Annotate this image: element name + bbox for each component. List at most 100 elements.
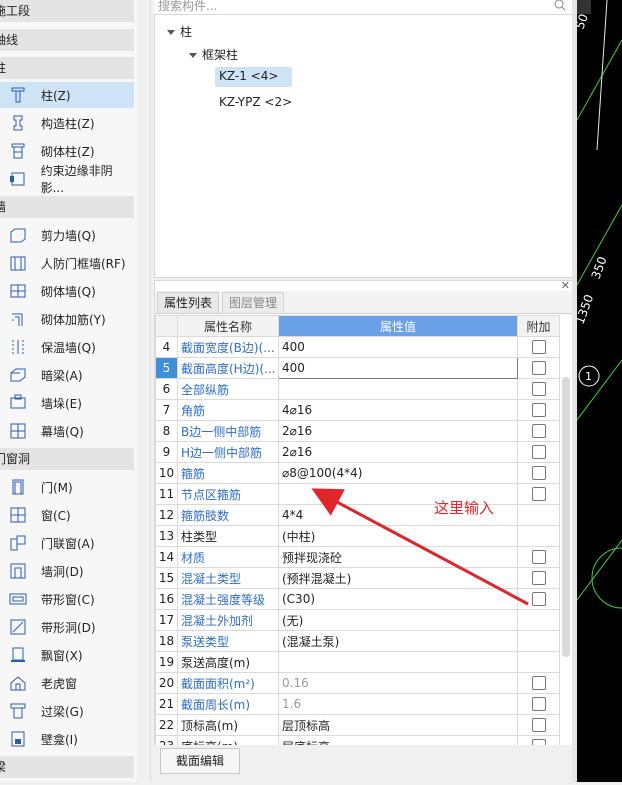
property-value[interactable]: 400 bbox=[278, 336, 518, 358]
property-value[interactable] bbox=[278, 378, 518, 400]
property-value[interactable]: 400 bbox=[278, 357, 518, 379]
item-masonry-rebar[interactable]: 砌体加筋(Y) bbox=[0, 306, 134, 332]
item-hidden-beam[interactable]: 暗梁(A) bbox=[0, 362, 134, 388]
append-checkbox[interactable] bbox=[531, 382, 546, 397]
property-value[interactable]: 1.6 bbox=[278, 693, 518, 715]
item-masonry-column[interactable]: 砌体柱(Z) bbox=[0, 138, 134, 164]
property-value[interactable]: 0.16 bbox=[278, 672, 518, 694]
expand-icon[interactable] bbox=[189, 53, 197, 58]
left-scrollbar[interactable] bbox=[137, 0, 151, 782]
tree-leaf-kz1[interactable]: KZ-1 <4> bbox=[219, 69, 278, 83]
tree-leaf-kz-ypz[interactable]: KZ-YPZ <2> bbox=[219, 95, 292, 109]
masonry-rebar-icon bbox=[8, 309, 28, 329]
property-scrollbar[interactable] bbox=[562, 377, 570, 657]
property-name: 截面周长(m) bbox=[177, 693, 279, 715]
item-edge-constraint[interactable]: 约束边缘非阴影... bbox=[0, 164, 134, 195]
row-number: 20 bbox=[155, 672, 178, 694]
append-cell bbox=[517, 693, 560, 715]
civil-defense-wall-icon bbox=[8, 253, 28, 273]
category-column[interactable]: 柱 bbox=[0, 57, 134, 79]
cad-canvas[interactable]: 500 350 1350 1 bbox=[573, 0, 622, 782]
row-number: 14 bbox=[155, 546, 178, 568]
property-value[interactable]: 层顶标高 bbox=[278, 714, 518, 736]
item-shear-wall[interactable]: 剪力墙(Q) bbox=[0, 222, 134, 248]
tree-node-frame-column[interactable]: 框架柱 bbox=[189, 46, 238, 63]
curtain-wall-icon bbox=[8, 421, 28, 441]
item-strip-window[interactable]: 带形窗(C) bbox=[0, 586, 134, 612]
row-number: 16 bbox=[155, 588, 178, 610]
append-checkbox[interactable] bbox=[531, 403, 546, 418]
property-name: B边一侧中部筋 bbox=[177, 420, 279, 442]
append-checkbox[interactable] bbox=[531, 361, 546, 376]
item-civil-defense-wall[interactable]: 人防门框墙(RF) bbox=[0, 250, 134, 276]
row-number: 9 bbox=[155, 441, 178, 463]
item-wall-hole[interactable]: 墙洞(D) bbox=[0, 558, 134, 584]
property-row[interactable]: 9 H边一侧中部筋 2⌀16 bbox=[155, 441, 560, 463]
row-number: 6 bbox=[155, 378, 178, 400]
item-wall-pier[interactable]: 墙垛(E) bbox=[0, 390, 134, 416]
item-strip-hole[interactable]: 带形洞(D) bbox=[0, 614, 134, 640]
property-name: 节点区箍筋 bbox=[177, 483, 279, 505]
item-column[interactable]: 柱(Z) bbox=[0, 82, 134, 108]
section-edit-button[interactable]: 截面编辑 bbox=[160, 748, 240, 774]
append-checkbox[interactable] bbox=[531, 718, 546, 733]
property-value[interactable]: 2⌀16 bbox=[278, 441, 518, 463]
property-row[interactable]: 6 全部纵筋 bbox=[155, 378, 560, 400]
property-name: H边一侧中部筋 bbox=[177, 441, 279, 463]
append-checkbox[interactable] bbox=[531, 340, 546, 355]
search-box[interactable]: 搜索构件... bbox=[154, 0, 572, 15]
item-curtain-wall[interactable]: 幕墙(Q) bbox=[0, 418, 134, 444]
item-dormer-window[interactable]: 老虎窗 bbox=[0, 670, 134, 696]
append-cell bbox=[517, 441, 560, 463]
item-niche[interactable]: 壁龛(I) bbox=[0, 726, 134, 752]
search-icon[interactable] bbox=[554, 0, 566, 14]
property-value[interactable]: 4⌀16 bbox=[278, 399, 518, 421]
niche-icon bbox=[8, 729, 28, 749]
tab-property-list[interactable]: 属性列表 bbox=[157, 292, 220, 313]
property-row[interactable]: 18 泵送类型 (混凝土泵) bbox=[155, 630, 560, 652]
category-beam[interactable]: 梁 bbox=[0, 756, 134, 778]
tab-layer-management[interactable]: 图层管理 bbox=[222, 292, 285, 314]
item-insulation-wall[interactable]: 保温墙(Q) bbox=[0, 334, 134, 360]
append-checkbox[interactable] bbox=[531, 697, 546, 712]
property-value[interactable]: (混凝土泵) bbox=[278, 630, 518, 652]
category-wall[interactable]: 墙 bbox=[0, 196, 134, 218]
row-number: 10 bbox=[155, 462, 178, 484]
item-bay-window[interactable]: 飘窗(X) bbox=[0, 642, 134, 668]
expand-icon[interactable] bbox=[167, 30, 175, 35]
category-door-window[interactable]: 门窗洞 bbox=[0, 448, 134, 470]
item-door[interactable]: 门(M) bbox=[0, 474, 134, 500]
dormer-window-icon bbox=[8, 673, 28, 693]
append-cell bbox=[517, 336, 560, 358]
item-lintel[interactable]: 过梁(G) bbox=[0, 698, 134, 724]
property-value[interactable] bbox=[278, 651, 518, 673]
item-masonry-wall[interactable]: 砌体墙(Q) bbox=[0, 278, 134, 304]
property-name: 截面高度(H边)(... bbox=[177, 357, 279, 379]
door-window-icon bbox=[8, 533, 28, 553]
item-window[interactable]: 窗(C) bbox=[0, 502, 134, 528]
append-checkbox[interactable] bbox=[531, 424, 546, 439]
category-construction-segment[interactable]: 施工段 bbox=[0, 0, 134, 22]
property-row[interactable]: 5 截面高度(H边)(... 400 bbox=[155, 357, 560, 379]
item-construct-column[interactable]: 构造柱(Z) bbox=[0, 110, 134, 136]
canvas-label: 1 bbox=[585, 370, 592, 383]
property-row[interactable]: 21 截面周长(m) 1.6 bbox=[155, 693, 560, 715]
row-number: 13 bbox=[155, 525, 178, 547]
append-checkbox[interactable] bbox=[531, 466, 546, 481]
item-door-window[interactable]: 门联窗(A) bbox=[0, 530, 134, 556]
property-row[interactable]: 8 B边一侧中部筋 2⌀16 bbox=[155, 420, 560, 442]
property-value[interactable]: (无) bbox=[278, 609, 518, 631]
append-cell bbox=[517, 399, 560, 421]
property-row[interactable]: 20 截面面积(m²) 0.16 bbox=[155, 672, 560, 694]
property-row[interactable]: 19 泵送高度(m) bbox=[155, 651, 560, 673]
property-row[interactable]: 17 混凝土外加剂 (无) bbox=[155, 609, 560, 631]
row-number: 17 bbox=[155, 609, 178, 631]
category-axis[interactable]: 轴线 bbox=[0, 29, 134, 51]
append-checkbox[interactable] bbox=[531, 445, 546, 460]
property-row[interactable]: 4 截面宽度(B边)(... 400 bbox=[155, 336, 560, 358]
tree-node-column[interactable]: 柱 bbox=[167, 23, 192, 40]
append-checkbox[interactable] bbox=[531, 676, 546, 691]
property-row[interactable]: 22 顶标高(m) 层顶标高 bbox=[155, 714, 560, 736]
property-row[interactable]: 7 角筋 4⌀16 bbox=[155, 399, 560, 421]
property-value[interactable]: 2⌀16 bbox=[278, 420, 518, 442]
